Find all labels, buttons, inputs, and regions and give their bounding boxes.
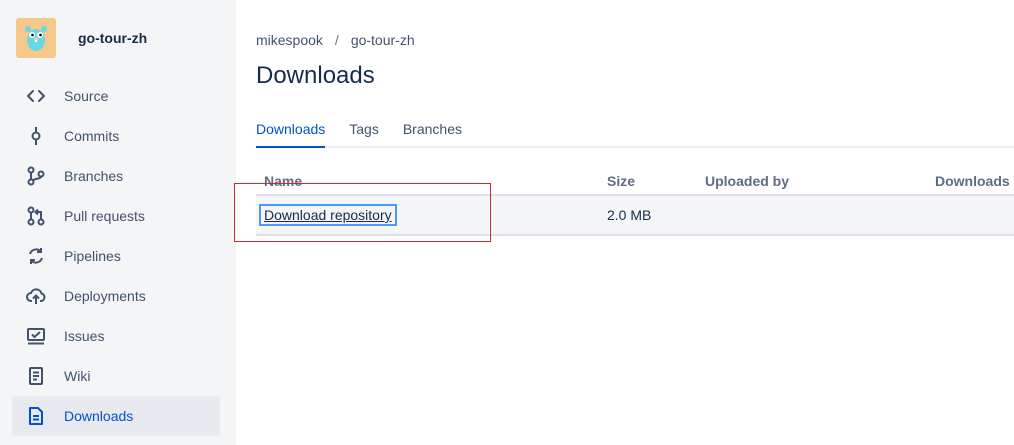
issues-icon <box>24 324 48 348</box>
sidebar-item-pull-requests[interactable]: Pull requests <box>12 196 220 236</box>
downloads-table: Name Size Uploaded by Downloads Download… <box>256 166 1014 236</box>
column-header-name[interactable]: Name <box>264 173 302 189</box>
breadcrumb: mikespook / go-tour-zh <box>256 32 415 48</box>
cloud-upload-icon <box>24 284 48 308</box>
sidebar-item-label: Deployments <box>64 288 146 304</box>
sidebar-item-commits[interactable]: Commits <box>12 116 220 156</box>
sidebar-item-wiki[interactable]: Wiki <box>12 356 220 396</box>
pull-request-icon <box>24 204 48 228</box>
repo-name[interactable]: go-tour-zh <box>78 30 147 46</box>
page-title: Downloads <box>256 62 375 89</box>
sidebar-item-label: Pipelines <box>64 248 121 264</box>
sidebar-item-label: Source <box>64 88 109 104</box>
sidebar-item-deployments[interactable]: Deployments <box>12 276 220 316</box>
sidebar-nav: Source Commits Branches Pull requests Pi… <box>12 76 220 436</box>
tab-branches[interactable]: Branches <box>403 118 462 146</box>
pipelines-icon <box>24 244 48 268</box>
gopher-logo-icon <box>25 26 47 51</box>
repo-header[interactable]: go-tour-zh <box>16 18 147 58</box>
sidebar-item-pipelines[interactable]: Pipelines <box>12 236 220 276</box>
sidebar-item-downloads[interactable]: Downloads <box>12 396 220 436</box>
code-icon <box>24 84 48 108</box>
breadcrumb-repo[interactable]: go-tour-zh <box>351 32 415 48</box>
sidebar-item-label: Pull requests <box>64 208 145 224</box>
sidebar-item-label: Branches <box>64 168 124 184</box>
column-header-size[interactable]: Size <box>607 173 635 189</box>
table-row: Download repository 2.0 MB <box>256 196 1014 236</box>
table-header: Name Size Uploaded by Downloads <box>256 166 1014 196</box>
sidebar-item-label: Issues <box>64 328 105 344</box>
sidebar-item-source[interactable]: Source <box>12 76 220 116</box>
download-file-icon <box>24 404 48 428</box>
sidebar-item-branches[interactable]: Branches <box>12 156 220 196</box>
wiki-icon <box>24 364 48 388</box>
breadcrumb-owner[interactable]: mikespook <box>256 32 323 48</box>
sidebar-item-label: Downloads <box>64 408 134 424</box>
breadcrumb-separator: / <box>334 32 339 48</box>
download-repository-link[interactable]: Download repository <box>259 204 397 226</box>
sidebar-item-label: Wiki <box>64 368 91 384</box>
branch-icon <box>24 164 48 188</box>
tab-bar: Downloads Tags Branches <box>256 118 1014 148</box>
column-header-uploaded-by[interactable]: Uploaded by <box>705 173 789 189</box>
column-header-downloads[interactable]: Downloads <box>935 173 1010 189</box>
repo-avatar[interactable] <box>16 18 56 58</box>
sidebar-item-label: Commits <box>64 128 120 144</box>
sidebar-item-issues[interactable]: Issues <box>12 316 220 356</box>
sidebar: go-tour-zh Source Commits Branches Pull … <box>0 0 236 445</box>
file-size: 2.0 MB <box>607 207 652 223</box>
tab-tags[interactable]: Tags <box>349 118 379 146</box>
commit-icon <box>24 124 48 148</box>
tab-downloads[interactable]: Downloads <box>256 118 326 148</box>
